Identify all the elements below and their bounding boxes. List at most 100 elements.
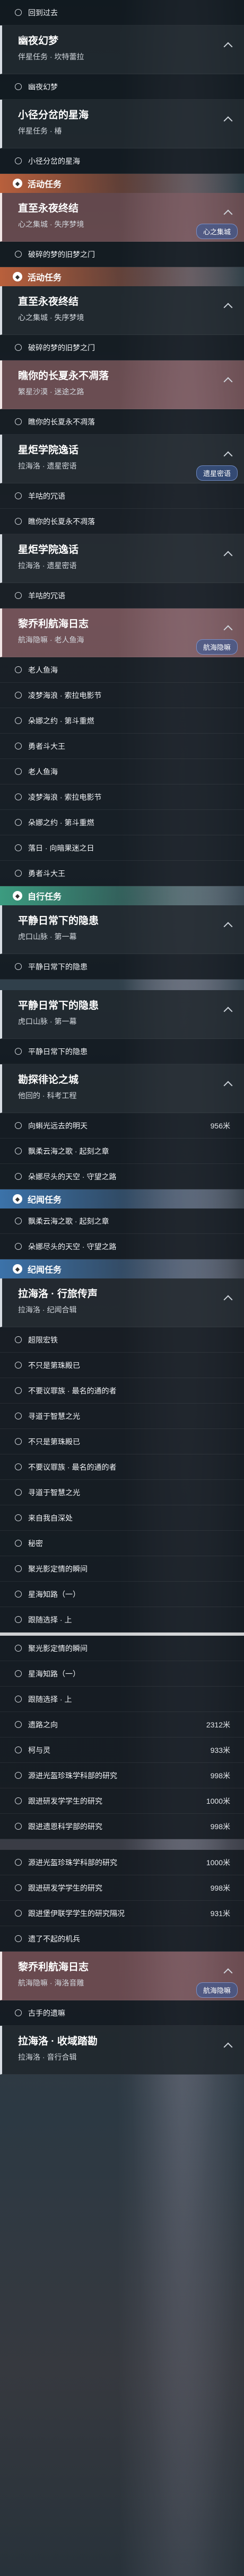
quest-objective-row[interactable]: 超限宏铁 [0,1327,244,1353]
quest-objective-row[interactable]: 寻道于智慧之光 [0,1480,244,1505]
quest-objective-row[interactable]: 凌梦海浪 · 索拉电影节 [0,683,244,708]
quest-objective-row[interactable]: 秘密 [0,1531,244,1556]
objective-label: 凌梦海浪 · 索拉电影节 [28,691,102,700]
objective-label: 秘密 [28,1539,43,1548]
objective-label: 聚光影定情的瞬间 [28,1564,88,1573]
quest-title: 拉海洛 · 行旅传声 [18,1289,98,1300]
objective-circle-icon [15,692,22,699]
objective-circle-icon [15,157,22,164]
quest-objective-row[interactable]: 聚光影定情的瞬间 [0,1556,244,1582]
quest-objective-row[interactable]: 小径分岔的星海 [0,148,244,174]
quest-objective-row[interactable]: 星海知路（一） [0,1661,244,1687]
quest-objective-row[interactable]: 柯与灵 933米 [0,1737,244,1763]
quest-objective-row[interactable]: 源进光盔珍珠学科部的研究 998米 [0,1763,244,1788]
quest-objective-row[interactable]: 跟随选择 · 上 [0,1607,244,1633]
quest-objective-row[interactable]: 跟进研发学学生的研究 998米 [0,1875,244,1901]
quest-objective-row[interactable]: 老人鱼海 [0,759,244,784]
quest-card[interactable]: 勘探徘论之城 他回的 · 科考工程 [0,1064,244,1113]
quest-objective-row[interactable]: 回到过去 [0,0,244,25]
quest-objective-row[interactable]: 古手的遗嘛 [0,2000,244,2026]
objective-label: 跟随选择 · 上 [28,1615,72,1624]
quest-objective-row[interactable]: 凌梦海浪 · 索拉电影节 [0,784,244,810]
objective-circle-icon [15,1696,22,1702]
quest-objective-row[interactable]: 寻道于智慧之光 [0,1404,244,1429]
quest-objective-row[interactable]: 遗了不起的机兵 [0,1926,244,1952]
objective-circle-icon [15,1336,22,1343]
quest-objective-row[interactable]: 来自我自深处 [0,1505,244,1531]
quest-objective-row[interactable]: 跟随选择 · 上 [0,1687,244,1712]
quest-objective-row[interactable]: 不只是第珠殿已 [0,1429,244,1454]
quest-objective-row[interactable]: 朵娜尽头的天空 · 守望之路 [0,1234,244,1259]
quest-objective-row[interactable]: 羊咕的冗语 [0,483,244,509]
quest-objective-row[interactable]: 向蝌光远去的明天 956米 [0,1113,244,1139]
quest-title: 幽夜幻梦 [18,36,59,47]
quest-objective-row[interactable]: 老人鱼海 [0,657,244,683]
quest-title: 黎乔利航海日志 [18,619,89,630]
quest-objective-row[interactable]: 不要议罪族 · 最名的通的者 [0,1378,244,1404]
quest-objective-row[interactable]: 勇者斗大王 [0,861,244,886]
quest-card[interactable]: 星炬学院逸话 拉海洛 · 遗星密语 [0,534,244,583]
quest-region-button[interactable]: 遗星密语 [196,465,238,481]
quest-card[interactable]: 小径分岔的星海 伴星任务 · 椿 [0,100,244,148]
objective-distance: 1000米 [206,1858,230,1867]
objective-label: 羊咕的冗语 [28,491,65,500]
quest-objective-row[interactable]: 聚光影定情的瞬间 [0,1636,244,1661]
objective-label: 源进光盔珍珠学科部的研究 [28,1858,117,1867]
objective-label: 不要议罪族 · 最名的通的者 [28,1386,117,1395]
quest-objective-row[interactable]: 飘柔云海之歌 · 起刻之章 [0,1208,244,1234]
quest-objective-row[interactable]: 跟进研发学学生的研究 1000米 [0,1788,244,1814]
quest-objective-row[interactable]: 朵娜之约 · 第斗重燃 [0,708,244,734]
quest-objective-row[interactable]: 星海知路（一） [0,1582,244,1607]
objective-circle-icon [15,1148,22,1154]
objective-label: 来自我自深处 [28,1513,73,1522]
quest-objective-row[interactable]: 破碎的梦的旧梦之门 [0,242,244,267]
objective-label: 柯与灵 [28,1745,50,1754]
quest-card[interactable]: 直至永夜终结 心之集城 · 失序梦境 心之集城 [0,193,244,242]
quest-objective-row[interactable]: 朵娜尽头的天空 · 守望之路 [0,1164,244,1189]
objective-circle-icon [15,1884,22,1891]
quest-objective-row[interactable]: 平静日常下的隐患 [0,1039,244,1064]
objective-label: 飘柔云海之歌 · 起刻之章 [28,1146,109,1155]
quest-category-header: ◆ 自行任务 [0,886,244,905]
objective-circle-icon [15,1935,22,1942]
quest-objective-row[interactable]: 跟进遗恩科学部的研究 998米 [0,1814,244,1839]
quest-card[interactable]: 黎乔利航海日志 航海隐嘛 · 老人鱼海 航海隐嘛 [0,608,244,657]
quest-objective-row[interactable]: 不只是第珠殿已 [0,1353,244,1378]
quest-card[interactable]: 直至永夜终结 心之集城 · 失序梦境 [0,286,244,335]
objective-circle-icon [15,1218,22,1224]
quest-objective-row[interactable]: 幽夜幻梦 [0,74,244,100]
objective-circle-icon [15,819,22,826]
quest-objective-row[interactable]: 遗路之向 2312米 [0,1712,244,1737]
quest-objective-row[interactable]: 破碎的梦的旧梦之门 [0,335,244,360]
quest-region-button[interactable]: 航海隐嘛 [196,639,238,655]
quest-objective-row[interactable]: 瞧你的长夏永不凋落 [0,509,244,534]
quest-objective-row[interactable]: 源进光盔珍珠学科部的研究 1000米 [0,1850,244,1875]
objective-circle-icon [15,1438,22,1445]
objective-circle-icon [15,1591,22,1598]
quest-card[interactable]: 拉海洛 · 行旅传声 拉海洛 · 纪闻合辑 [0,1278,244,1327]
objective-circle-icon [15,592,22,599]
quest-card[interactable]: 平静日常下的隐患 虎口山脉 · 第一幕 [0,905,244,954]
quest-objective-row[interactable]: 勇者斗大王 [0,734,244,759]
objective-circle-icon [15,1670,22,1677]
quest-card[interactable]: 幽夜幻梦 伴星任务 · 坎特蕾拉 [0,25,244,74]
quest-title: 黎乔利航海日志 [18,1962,89,1973]
quest-region-button[interactable]: 心之集城 [196,224,238,239]
quest-objective-row[interactable]: 落日 · 向暗果迷之日 [0,835,244,861]
quest-card[interactable]: 黎乔利航海日志 航海隐嘛 · 海洛音雕 航海隐嘛 [0,1952,244,2000]
quest-objective-row[interactable]: 飘柔云海之歌 · 起刻之章 [0,1139,244,1164]
quest-objective-row[interactable]: 朵娜之约 · 第斗重燃 [0,810,244,835]
objective-label: 老人鱼海 [28,665,58,674]
quest-objective-row[interactable]: 瞧你的长夏永不凋落 [0,409,244,435]
quest-card[interactable]: 星炬学院逸话 拉海洛 · 遗星密语 遗星密语 [0,435,244,483]
quest-card[interactable]: 拉海洛 · 收域踏勘 拉海洛 · 音行合辑 [0,2026,244,2075]
quest-objective-row[interactable]: 平静日常下的隐患 [0,954,244,980]
quest-objective-row[interactable]: 不要议罪族 · 最名的通的者 [0,1454,244,1480]
quest-objective-row[interactable]: 羊咕的冗语 [0,583,244,608]
quest-card[interactable]: 瞧你的长夏永不凋落 繁星沙漠 · 迷途之路 [0,360,244,409]
quest-region-button[interactable]: 航海隐嘛 [196,1982,238,1998]
objective-circle-icon [15,1823,22,1830]
quest-card[interactable]: 平静日常下的隐患 虎口山脉 · 第一幕 [0,990,244,1039]
quest-objective-row[interactable]: 跟进堡伊联学学生的研究隔况 931米 [0,1901,244,1926]
